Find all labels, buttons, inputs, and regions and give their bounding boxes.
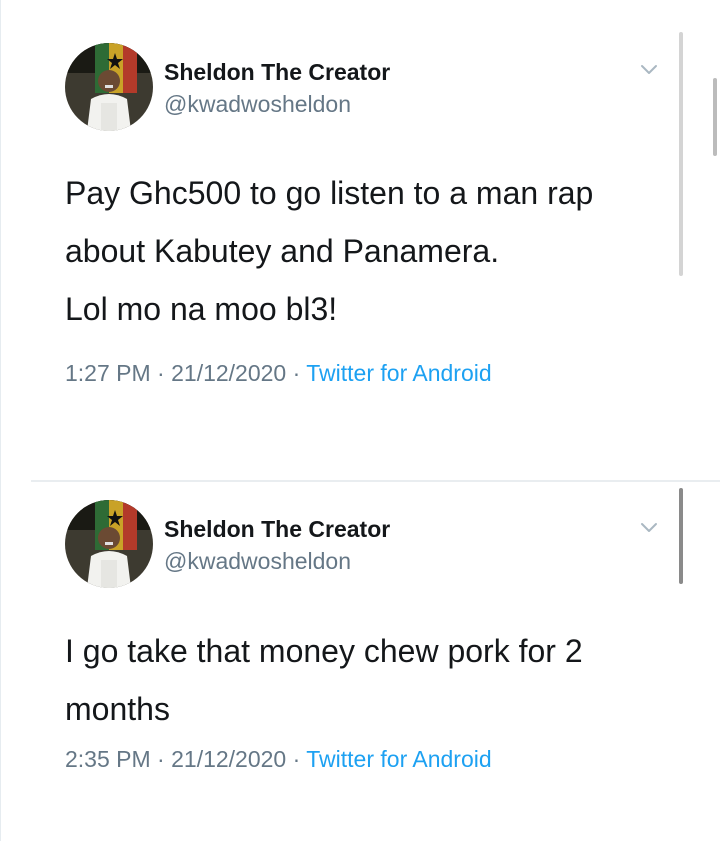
avatar-image: [65, 500, 153, 588]
tweet-source-link[interactable]: Twitter for Android: [306, 360, 491, 386]
scrollbar[interactable]: [679, 32, 683, 276]
avatar[interactable]: [65, 43, 153, 131]
tweet-text-line: I go take that money chew pork for 2: [65, 633, 583, 669]
author-handle[interactable]: @kwadwosheldon: [164, 548, 351, 575]
screenshot-page: Sheldon The Creator @kwadwosheldon Pay G…: [0, 0, 720, 841]
chevron-down-icon[interactable]: [637, 62, 661, 78]
tweet-time[interactable]: 2:35 PM: [65, 746, 151, 772]
tweet-text-line: months: [65, 691, 170, 727]
tweet-text-line: about Kabutey and Panamera.: [65, 233, 500, 269]
meta-separator: ·: [292, 746, 301, 772]
author-display-name[interactable]: Sheldon The Creator: [164, 516, 390, 543]
tweet-card[interactable]: Sheldon The Creator @kwadwosheldon I go …: [1, 482, 720, 841]
tweet-time[interactable]: 1:27 PM: [65, 360, 151, 386]
tweet-date[interactable]: 21/12/2020: [171, 360, 286, 386]
chevron-down-icon[interactable]: [637, 520, 661, 536]
meta-separator: ·: [157, 360, 165, 386]
tweet-metadata: 2:35 PM · 21/12/2020 · Twitter for Andro…: [65, 746, 492, 773]
author-display-name[interactable]: Sheldon The Creator: [164, 59, 390, 86]
tweet-card[interactable]: Sheldon The Creator @kwadwosheldon Pay G…: [1, 0, 720, 480]
tweet-source-link[interactable]: Twitter for Android: [306, 746, 491, 772]
tweet-text-line: Lol mo na moo bl3!: [65, 291, 338, 327]
avatar-image: [65, 43, 153, 131]
tweet-metadata: 1:27 PM · 21/12/2020 · Twitter for Andro…: [65, 360, 492, 387]
scrollbar[interactable]: [713, 78, 717, 156]
scrollbar[interactable]: [679, 488, 683, 584]
meta-separator: ·: [292, 360, 301, 386]
tweet-text-line: Pay Ghc500 to go listen to a man rap: [65, 175, 594, 211]
author-handle[interactable]: @kwadwosheldon: [164, 91, 351, 118]
tweet-text: I go take that money chew pork for 2 mon…: [65, 622, 665, 738]
tweet-date[interactable]: 21/12/2020: [171, 746, 286, 772]
meta-separator: ·: [157, 746, 165, 772]
tweet-text: Pay Ghc500 to go listen to a man rap abo…: [65, 164, 665, 338]
avatar[interactable]: [65, 500, 153, 588]
